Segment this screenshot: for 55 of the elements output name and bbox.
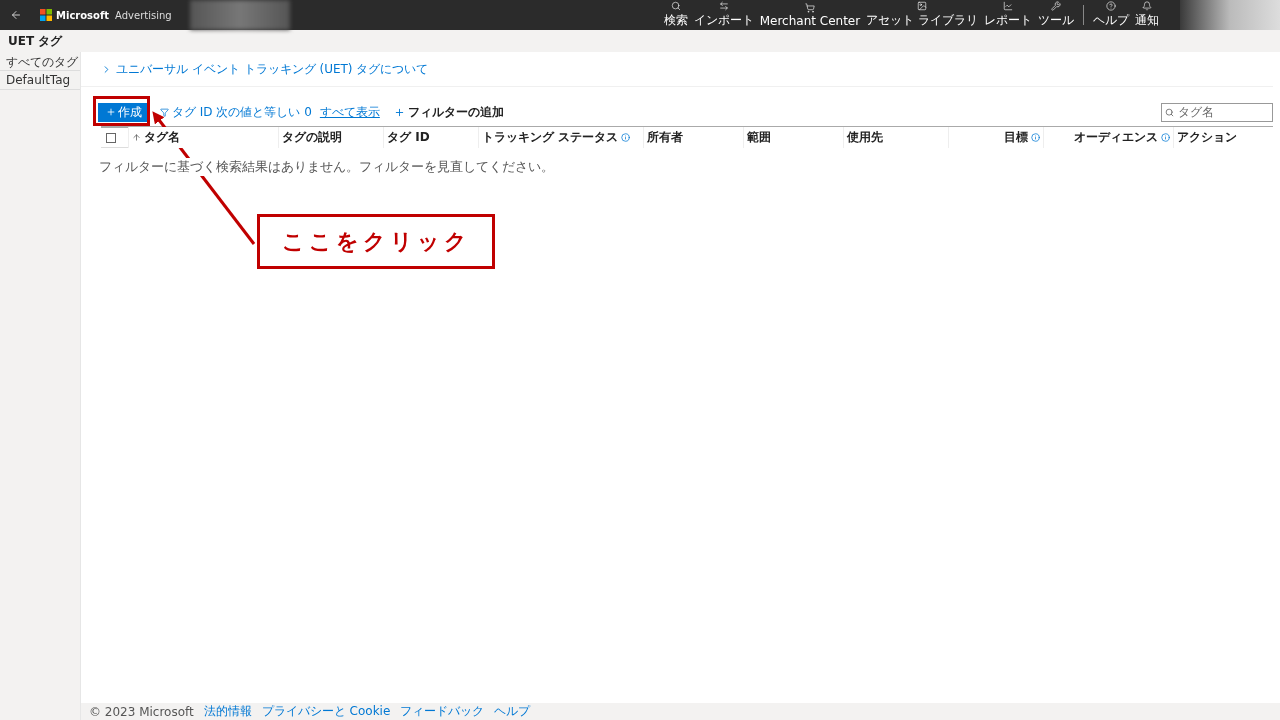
callout-text: ここをクリック xyxy=(281,227,471,256)
select-all-checkbox[interactable] xyxy=(106,132,116,143)
column-header[interactable]: 所有者 xyxy=(643,127,743,148)
arrows-icon xyxy=(718,1,729,11)
column-header[interactable]: タグの説明 xyxy=(278,127,383,148)
nav-button[interactable]: ツール xyxy=(1035,1,1077,29)
column-header[interactable]: トラッキング ステータス xyxy=(478,127,643,148)
plus-icon xyxy=(393,106,405,118)
sidebar-item[interactable]: DefaultTag xyxy=(0,71,80,90)
column-header[interactable]: 使用先 xyxy=(843,127,948,148)
help-icon xyxy=(1106,1,1116,11)
wrench-icon xyxy=(1051,1,1061,11)
nav-button[interactable]: 通知 xyxy=(1132,1,1162,29)
filter-icon xyxy=(160,107,169,117)
show-all-link[interactable]: すべて表示 xyxy=(319,103,380,121)
search-icon xyxy=(1165,107,1174,117)
sidebar-item[interactable]: すべてのタグ xyxy=(0,52,80,71)
nav-button[interactable]: レポート xyxy=(981,1,1035,29)
brand-name: Microsoft xyxy=(56,9,110,21)
image-icon xyxy=(917,1,928,11)
filter-chip[interactable]: タグ ID 次の値と等しい 0 xyxy=(160,103,312,121)
nav-button[interactable]: アセット ライブラリ xyxy=(863,1,981,29)
plus-icon xyxy=(106,107,116,117)
nav-button[interactable]: インポート xyxy=(690,1,757,29)
add-filter-button[interactable]: フィルターの追加 xyxy=(387,102,510,122)
copyright: © 2023 Microsoft xyxy=(89,704,194,719)
create-button[interactable]: 作成 xyxy=(98,102,150,122)
nav-button[interactable]: 検索 xyxy=(660,1,691,29)
back-arrow-icon xyxy=(10,9,22,21)
footer-link[interactable]: ヘルプ xyxy=(494,703,531,720)
column-header[interactable]: タグ名 xyxy=(128,127,278,148)
footer-link[interactable]: プライバシーと Cookie xyxy=(261,703,391,720)
chart-icon xyxy=(1003,1,1013,11)
search-field[interactable]: タグ名 xyxy=(1161,102,1273,122)
column-header[interactable]: アクション xyxy=(1173,127,1273,148)
footer-link[interactable]: フィードバック xyxy=(400,703,485,720)
column-header[interactable]: 目標 xyxy=(948,127,1043,148)
logo-icon xyxy=(40,9,52,21)
column-header[interactable]: オーディエンス xyxy=(1043,127,1173,148)
info-icon xyxy=(621,133,631,142)
info-link[interactable]: ユニバーサル イベント トラッキング (UET) タグについて xyxy=(101,60,429,78)
info-icon xyxy=(1161,133,1170,142)
sort-arrow-icon xyxy=(132,133,141,142)
cart-icon xyxy=(804,2,815,13)
nav-button[interactable]: Merchant Center xyxy=(756,2,864,28)
footer-link[interactable]: 法的情報 xyxy=(203,703,252,720)
column-header[interactable]: タグ ID xyxy=(383,127,478,148)
info-icon xyxy=(1031,133,1040,142)
product-name: Advertising xyxy=(115,9,172,21)
bell-icon xyxy=(1142,1,1152,11)
highlight-frame xyxy=(93,96,150,126)
nav-button[interactable]: ヘルプ xyxy=(1090,1,1132,29)
search-icon xyxy=(670,1,681,11)
page-title: UET タグ xyxy=(8,32,63,50)
column-header[interactable]: 範囲 xyxy=(743,127,843,148)
